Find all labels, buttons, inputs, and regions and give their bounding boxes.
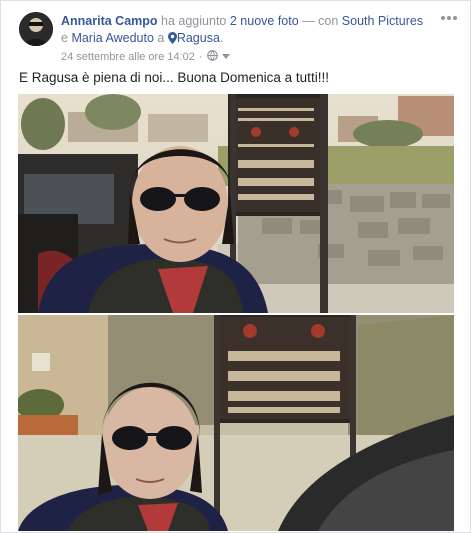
post-meta: 24 settembre alle ore 14:02 · bbox=[61, 50, 230, 64]
author-name-link[interactable]: Annarita Campo bbox=[61, 14, 158, 28]
and-text: e bbox=[61, 31, 68, 45]
action-text: ha aggiunto bbox=[161, 14, 227, 28]
tagged-user-link-1[interactable]: South Pictures bbox=[342, 14, 423, 28]
meta-separator: · bbox=[198, 51, 203, 63]
period-text: . bbox=[219, 31, 224, 45]
globe-icon[interactable] bbox=[206, 50, 218, 64]
photos-link[interactable]: 2 nuove foto bbox=[230, 14, 299, 28]
tagged-user-link-2[interactable]: Maria Aweduto bbox=[71, 31, 153, 45]
more-horizontal-icon[interactable] bbox=[439, 13, 459, 25]
chevron-down-icon[interactable] bbox=[221, 51, 230, 63]
post-photo-2[interactable] bbox=[18, 315, 454, 531]
author-avatar[interactable] bbox=[19, 12, 53, 46]
post-caption: E Ragusa è piena di noi... Buona Domenic… bbox=[19, 70, 329, 85]
post-header: Annarita Campo ha aggiunto 2 nuove foto … bbox=[61, 13, 431, 49]
location-link[interactable]: Ragusa bbox=[177, 31, 220, 45]
with-text: — con bbox=[302, 14, 339, 28]
map-pin-icon bbox=[167, 32, 177, 49]
timestamp-link[interactable]: 24 settembre alle ore 14:02 bbox=[61, 51, 195, 63]
at-text: a bbox=[157, 31, 165, 45]
post-photo-1[interactable] bbox=[18, 94, 454, 313]
feed-post: Annarita Campo ha aggiunto 2 nuove foto … bbox=[0, 0, 471, 533]
